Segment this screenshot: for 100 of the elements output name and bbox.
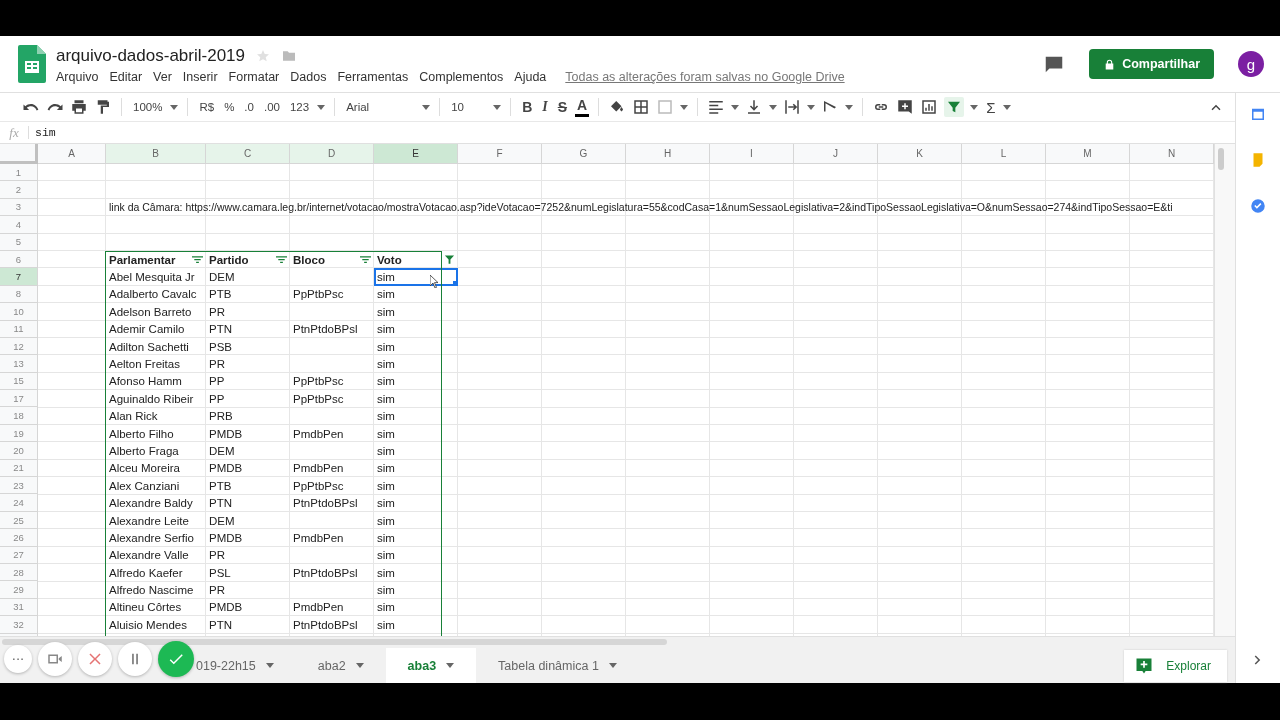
sheet-tab[interactable]: Tabela dinâmica 1 [476, 648, 639, 683]
filter-menu-icon[interactable] [276, 255, 287, 265]
row-number[interactable]: 28 [0, 564, 37, 582]
avatar[interactable]: g [1238, 51, 1264, 77]
font-size-dropdown[interactable]: 10 [449, 99, 488, 115]
row-number[interactable]: 3 [0, 198, 37, 217]
align-left-icon[interactable] [707, 98, 726, 116]
menu-item[interactable]: Arquivo [56, 70, 99, 84]
row-number[interactable]: 1 [0, 164, 37, 182]
row-number[interactable]: 15 [0, 372, 37, 391]
row-number[interactable]: 29 [0, 581, 37, 599]
share-button[interactable]: Compartilhar [1089, 49, 1214, 79]
menu-item[interactable]: Editar [109, 70, 143, 84]
menu-item[interactable]: Ver [153, 70, 172, 84]
formula-input[interactable]: sim [28, 126, 56, 139]
row-number[interactable]: 23 [0, 477, 37, 495]
caret-icon[interactable] [317, 104, 326, 110]
active-cell[interactable]: sim [374, 268, 458, 286]
row-number[interactable]: 18 [0, 407, 37, 425]
row-number[interactable]: 4 [0, 216, 37, 234]
caret-icon[interactable] [355, 663, 364, 668]
font-dropdown[interactable]: Arial [344, 99, 417, 115]
strikethrough-button[interactable]: S [555, 97, 570, 117]
row-number[interactable]: 13 [0, 355, 37, 373]
number-format-dropdown[interactable]: 123 [287, 99, 312, 115]
column-header[interactable]: G [542, 144, 626, 164]
caret-icon[interactable] [970, 104, 979, 110]
menu-item[interactable]: Ferramentas [337, 70, 409, 84]
column-header[interactable]: I [710, 144, 794, 164]
sheet-tab[interactable]: aba3 [385, 648, 477, 683]
filter-icon[interactable] [444, 254, 455, 266]
menu-item[interactable]: Inserir [182, 70, 218, 84]
text-color-button[interactable]: A [575, 97, 590, 117]
document-title[interactable]: arquivo-dados-abril-2019 [56, 46, 245, 66]
caret-icon[interactable] [170, 104, 179, 110]
scrollbar-thumb[interactable] [2, 639, 667, 645]
menu-item[interactable]: Dados [290, 70, 327, 84]
row-number[interactable]: 7 [0, 268, 37, 286]
caret-icon[interactable] [769, 104, 778, 110]
row-number[interactable]: 2 [0, 181, 37, 199]
sheets-logo[interactable] [18, 45, 46, 83]
caret-icon[interactable] [446, 663, 455, 668]
row-number[interactable]: 5 [0, 233, 37, 251]
scrollbar-thumb[interactable] [1218, 148, 1224, 170]
column-header[interactable]: B [106, 144, 206, 164]
percent-format-button[interactable]: % [222, 99, 237, 115]
more-button[interactable]: ··· [4, 645, 32, 673]
row-number[interactable]: 8 [0, 285, 37, 304]
caret-icon[interactable] [422, 104, 431, 110]
column-header[interactable]: F [458, 144, 542, 164]
caret-icon[interactable] [731, 104, 740, 110]
caret-icon[interactable] [1003, 104, 1012, 110]
save-status-link[interactable]: Todas as alterações foram salvas no Google Drive [565, 70, 845, 84]
add-comment-icon[interactable] [896, 98, 915, 116]
row-number[interactable]: 21 [0, 459, 37, 478]
functions-button[interactable]: Σ [984, 96, 998, 118]
star-icon[interactable] [255, 48, 271, 64]
caret-icon[interactable] [680, 104, 689, 110]
pause-button[interactable] [118, 642, 152, 676]
text-wrap-icon[interactable] [783, 98, 802, 116]
camera-button[interactable] [38, 642, 72, 676]
column-header[interactable]: L [962, 144, 1046, 164]
column-header[interactable]: C [206, 144, 290, 164]
caret-icon[interactable] [493, 104, 502, 110]
column-header[interactable]: H [626, 144, 710, 164]
row-number[interactable]: 10 [0, 303, 37, 321]
column-header[interactable]: A [38, 144, 106, 164]
bold-button[interactable]: B [520, 97, 535, 117]
row-number[interactable]: 11 [0, 320, 37, 338]
borders-icon[interactable] [632, 98, 651, 116]
vertical-scrollbar[interactable] [1214, 144, 1235, 636]
close-icon[interactable] [86, 650, 104, 668]
filter-menu-icon[interactable] [360, 255, 371, 265]
row-number[interactable]: 20 [0, 442, 37, 460]
chart-icon[interactable] [920, 98, 939, 116]
tasks-icon[interactable] [1249, 197, 1267, 215]
row-number[interactable]: 26 [0, 529, 37, 547]
menu-item[interactable]: Ajuda [514, 70, 547, 84]
column-header[interactable]: J [794, 144, 878, 164]
row-number[interactable]: 27 [0, 546, 37, 564]
zoom-dropdown[interactable]: 100% [131, 99, 165, 115]
caret-icon[interactable] [807, 104, 816, 110]
currency-format-button[interactable]: R$ [197, 99, 217, 115]
row-number[interactable]: 19 [0, 424, 37, 443]
menu-item[interactable]: Complementos [419, 70, 504, 84]
row-number[interactable]: 31 [0, 598, 37, 617]
decrease-decimal-button[interactable]: .0 [242, 99, 256, 115]
column-header[interactable]: D [290, 144, 374, 164]
explore-button[interactable]: Explorar [1124, 649, 1227, 682]
caret-icon[interactable] [608, 663, 617, 668]
filter-menu-icon[interactable] [192, 255, 203, 265]
column-header[interactable]: N [1130, 144, 1214, 164]
row-number[interactable]: 12 [0, 337, 37, 356]
caret-icon[interactable] [265, 663, 274, 668]
horizontal-scrollbar[interactable] [0, 636, 1235, 648]
row-number[interactable]: 24 [0, 494, 37, 512]
row-number[interactable]: 17 [0, 390, 37, 408]
print-icon[interactable] [70, 98, 88, 116]
column-header[interactable]: E [374, 144, 458, 164]
row-number[interactable]: 32 [0, 616, 37, 634]
